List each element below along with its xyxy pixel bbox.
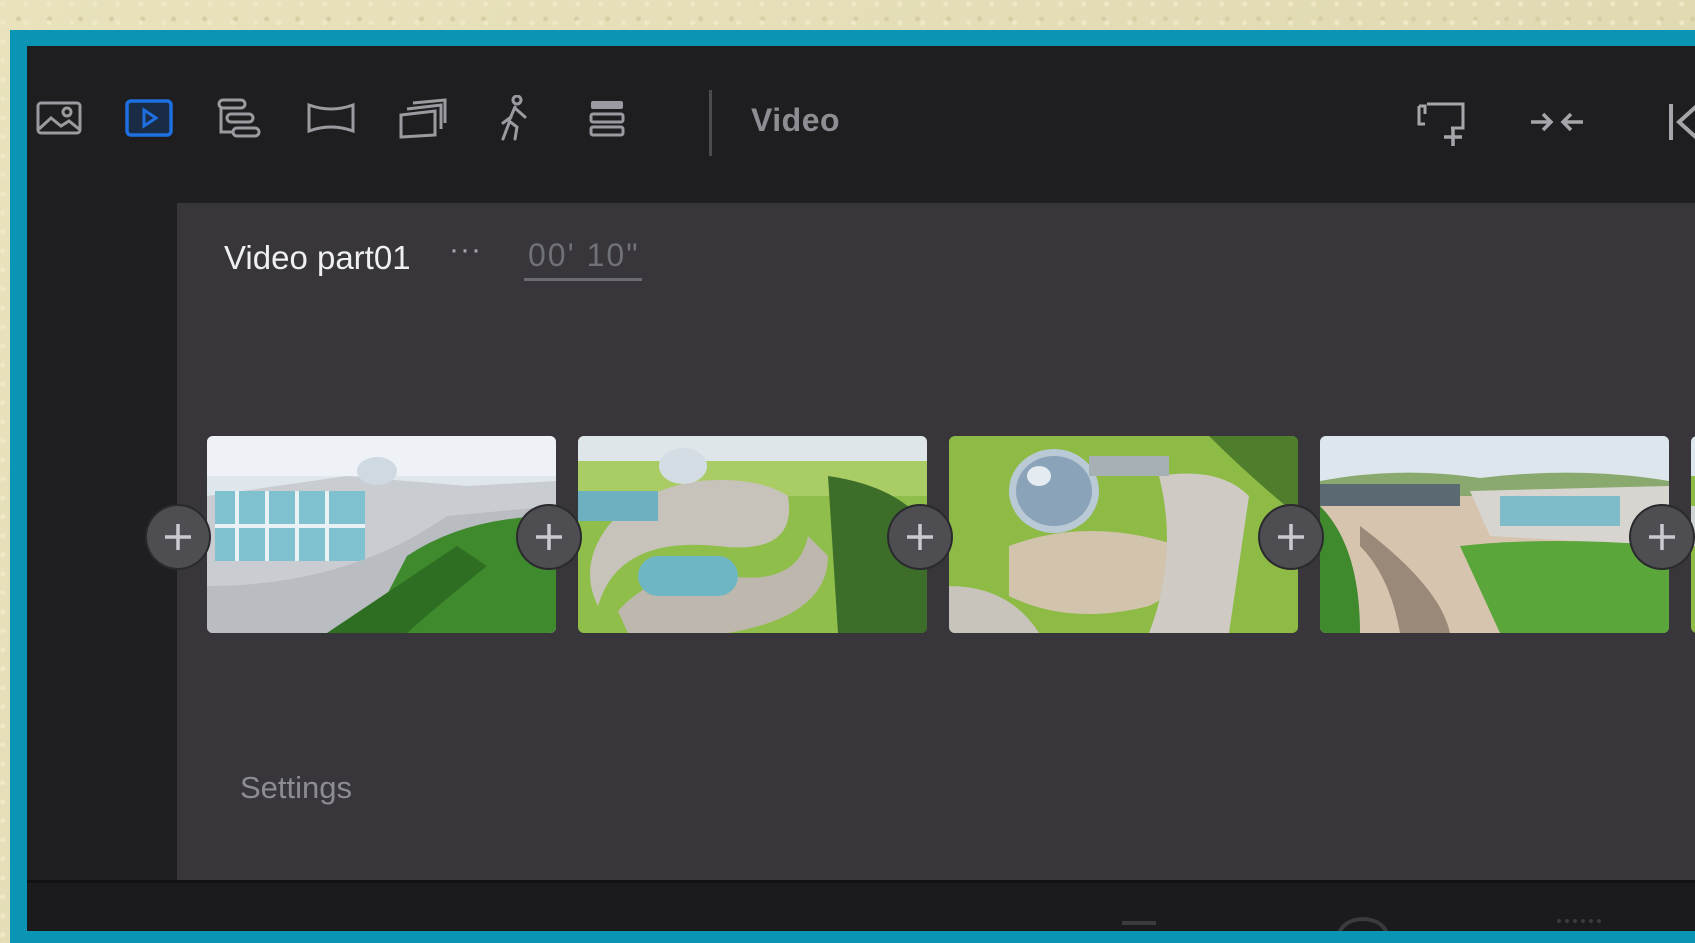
image-mode-button[interactable]: [31, 92, 87, 144]
walk-icon: [501, 95, 527, 141]
insert-clip-button[interactable]: [147, 506, 209, 568]
panorama-icon: [307, 102, 355, 134]
insert-clip-button[interactable]: [1260, 506, 1322, 568]
more-options-button[interactable]: ···: [449, 233, 482, 267]
mode-title: Video: [751, 102, 841, 138]
plus-icon: [1278, 524, 1304, 550]
walk-mode-button[interactable]: [487, 92, 543, 144]
insert-clip-button[interactable]: [1631, 506, 1693, 568]
skip-back-button[interactable]: [1661, 92, 1695, 152]
settings-button[interactable]: Settings: [240, 770, 352, 806]
partial-icon: [1337, 917, 1389, 931]
partial-icon: [1122, 921, 1156, 931]
clip-thumbnail-1[interactable]: [207, 436, 556, 633]
clip-thumbnail-4[interactable]: [1320, 436, 1669, 633]
image-mode-icon: [36, 101, 82, 135]
multi-frame-button[interactable]: [395, 92, 451, 144]
clip-thumbnail-3[interactable]: [949, 436, 1298, 633]
panorama-button[interactable]: [303, 92, 359, 144]
insert-clip-button[interactable]: [889, 506, 951, 568]
path-animation-icon: [217, 98, 261, 138]
plus-icon: [165, 524, 191, 550]
bottom-bar: [27, 880, 1695, 931]
clip-thumbnail-2[interactable]: [578, 436, 927, 633]
clip-strip: [147, 436, 1695, 636]
add-camera-icon: [1417, 102, 1465, 146]
plus-icon: [907, 524, 933, 550]
app-window: Video Video part01 ··· 00' 10" Settings: [27, 46, 1695, 931]
skip-back-icon: [1669, 104, 1695, 140]
window-frame: Video Video part01 ··· 00' 10" Settings: [10, 30, 1695, 943]
video-part-title[interactable]: Video part01: [224, 239, 411, 277]
layers-icon: [589, 101, 625, 137]
collapse-button[interactable]: [1525, 92, 1589, 152]
plus-icon: [536, 524, 562, 550]
video-mode-icon: [125, 99, 173, 137]
path-animation-button[interactable]: [211, 92, 267, 144]
video-part-panel: Video part01 ··· 00' 10" Settings: [147, 203, 1695, 881]
toolbar: Video: [27, 46, 1695, 200]
duration-field[interactable]: 00' 10": [524, 237, 642, 281]
multi-frame-icon: [399, 98, 447, 139]
insert-clip-button[interactable]: [518, 506, 580, 568]
collapse-icon: [1531, 112, 1583, 132]
video-mode-button[interactable]: [121, 92, 177, 144]
partial-icon: [1557, 919, 1601, 931]
toolbar-divider: [709, 90, 712, 156]
plus-icon: [1649, 524, 1675, 550]
add-camera-button[interactable]: [1411, 92, 1475, 152]
layers-button[interactable]: [579, 92, 635, 144]
